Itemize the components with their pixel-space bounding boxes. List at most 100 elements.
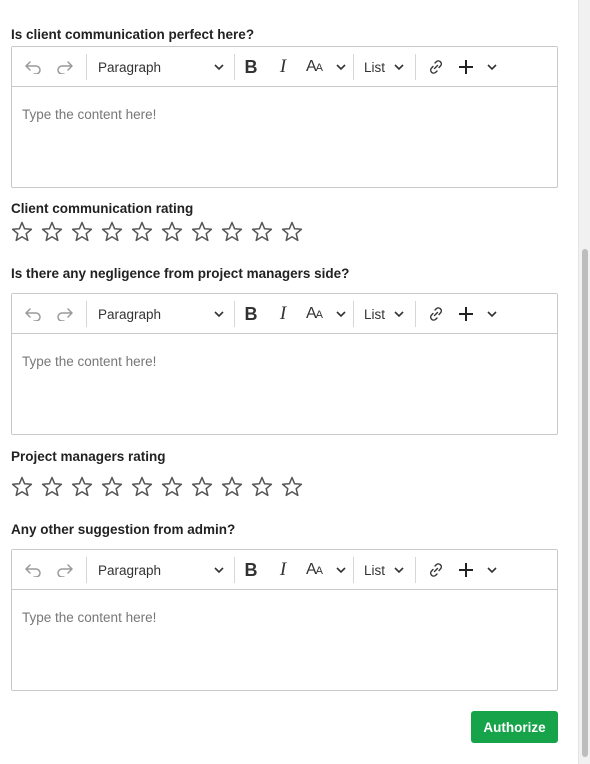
font-size-icon: AA	[306, 561, 323, 578]
star-icon[interactable]	[10, 475, 34, 499]
star-icon[interactable]	[250, 475, 274, 499]
plus-icon	[459, 307, 473, 321]
list-dropdown[interactable]: List	[364, 550, 404, 590]
star-icon[interactable]	[190, 220, 214, 244]
star-icon[interactable]	[160, 220, 184, 244]
star-rating-project-managers	[10, 475, 304, 499]
star-icon[interactable]	[130, 475, 154, 499]
star-icon[interactable]	[220, 475, 244, 499]
star-icon[interactable]	[280, 475, 304, 499]
bold-button[interactable]: B	[240, 294, 262, 334]
link-icon	[430, 563, 442, 577]
italic-button[interactable]: I	[272, 550, 294, 590]
chevron-down-icon	[336, 63, 346, 70]
toolbar-separator	[86, 301, 87, 327]
question-label-client-communication: Is client communication perfect here?	[11, 27, 255, 42]
bold-icon: B	[244, 303, 258, 324]
editor-placeholder: Type the content here!	[22, 354, 157, 369]
link-icon	[430, 60, 442, 74]
font-size-dropdown[interactable]: AA	[306, 47, 346, 87]
chevron-down-icon	[487, 566, 497, 573]
star-icon[interactable]	[40, 220, 64, 244]
toolbar-separator	[86, 54, 87, 80]
chevron-down-icon	[336, 310, 346, 317]
italic-icon: I	[279, 56, 287, 77]
star-icon[interactable]	[160, 475, 184, 499]
list-dropdown[interactable]: List	[364, 294, 404, 334]
chevron-down-icon	[394, 310, 404, 317]
block-format-dropdown[interactable]: Paragraph	[96, 550, 228, 590]
insert-dropdown[interactable]	[457, 47, 497, 87]
toolbar-separator	[353, 54, 354, 80]
italic-button[interactable]: I	[272, 47, 294, 87]
italic-button[interactable]: I	[272, 294, 294, 334]
star-rating-client-communication	[10, 220, 304, 244]
link-icon	[430, 307, 442, 321]
editor-content-area[interactable]: Type the content here!	[12, 591, 557, 690]
toolbar-separator	[234, 301, 235, 327]
font-size-icon: AA	[306, 58, 323, 75]
toolbar-separator	[415, 54, 416, 80]
editor-toolbar: Paragraph B I AA List	[12, 47, 557, 87]
toolbar-separator	[353, 301, 354, 327]
font-size-dropdown[interactable]: AA	[306, 550, 346, 590]
editor-placeholder: Type the content here!	[22, 610, 157, 625]
link-button[interactable]	[425, 47, 447, 87]
redo-icon[interactable]	[52, 294, 78, 334]
star-icon[interactable]	[130, 220, 154, 244]
bold-button[interactable]: B	[240, 47, 262, 87]
editor-toolbar: Paragraph B I AA List	[12, 550, 557, 590]
star-icon[interactable]	[100, 220, 124, 244]
list-label: List	[364, 306, 386, 322]
toolbar-separator	[353, 557, 354, 583]
chevron-down-icon	[394, 63, 404, 70]
italic-icon: I	[279, 559, 287, 580]
star-icon[interactable]	[280, 220, 304, 244]
bold-button[interactable]: B	[240, 550, 262, 590]
list-label: List	[364, 59, 386, 75]
star-icon[interactable]	[70, 220, 94, 244]
question-label-project-managers: Is there any negligence from project man…	[11, 266, 350, 281]
question-label-admin-suggestion: Any other suggestion from admin?	[11, 522, 236, 537]
block-format-dropdown[interactable]: Paragraph	[96, 294, 228, 334]
star-icon[interactable]	[70, 475, 94, 499]
chevron-down-icon	[214, 566, 224, 573]
scrollbar-thumb[interactable]	[582, 249, 588, 757]
authorize-button[interactable]: Authorize	[471, 711, 558, 743]
redo-icon[interactable]	[52, 47, 78, 87]
star-icon[interactable]	[220, 220, 244, 244]
editor-content-area[interactable]: Type the content here!	[12, 335, 557, 434]
toolbar-separator	[415, 557, 416, 583]
rating-label-project-managers: Project managers rating	[11, 449, 166, 464]
redo-icon[interactable]	[52, 550, 78, 590]
block-format-value: Paragraph	[98, 306, 162, 322]
block-format-value: Paragraph	[98, 562, 162, 578]
font-size-dropdown[interactable]: AA	[306, 294, 346, 334]
link-button[interactable]	[425, 550, 447, 590]
list-dropdown[interactable]: List	[364, 47, 404, 87]
link-button[interactable]	[425, 294, 447, 334]
editor-content-area[interactable]: Type the content here!	[12, 88, 557, 187]
undo-icon[interactable]	[20, 550, 46, 590]
insert-dropdown[interactable]	[457, 550, 497, 590]
chevron-down-icon	[336, 566, 346, 573]
rating-label-client-communication: Client communication rating	[11, 201, 194, 216]
plus-icon	[459, 60, 473, 74]
editor-project-managers: Paragraph B I AA List Type the content h…	[11, 293, 558, 435]
insert-dropdown[interactable]	[457, 294, 497, 334]
block-format-value: Paragraph	[98, 59, 162, 75]
form-content: Is client communication perfect here? Pa…	[0, 0, 578, 764]
star-icon[interactable]	[40, 475, 64, 499]
undo-icon[interactable]	[20, 47, 46, 87]
star-icon[interactable]	[10, 220, 34, 244]
vertical-scrollbar[interactable]	[578, 0, 590, 764]
editor-client-communication: Paragraph B I AA List Type the content h…	[11, 46, 558, 188]
star-icon[interactable]	[190, 475, 214, 499]
block-format-dropdown[interactable]: Paragraph	[96, 47, 228, 87]
undo-icon[interactable]	[20, 294, 46, 334]
chevron-down-icon	[214, 63, 224, 70]
chevron-down-icon	[487, 63, 497, 70]
editor-toolbar: Paragraph B I AA List	[12, 294, 557, 334]
star-icon[interactable]	[100, 475, 124, 499]
star-icon[interactable]	[250, 220, 274, 244]
